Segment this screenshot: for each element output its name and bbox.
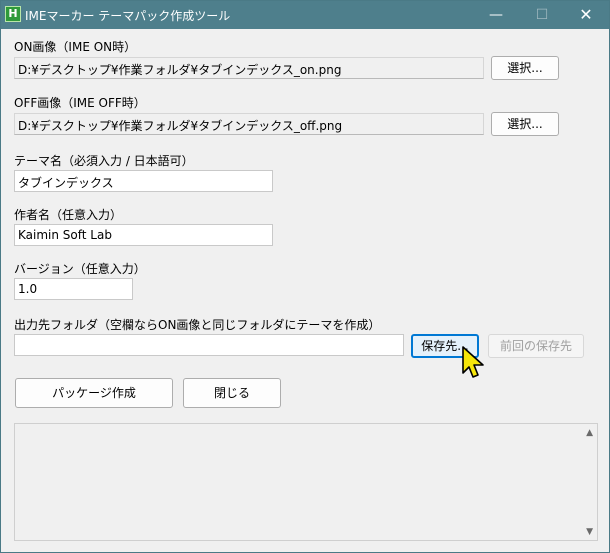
app-icon: H <box>5 6 21 22</box>
title-bar: H IMEマーカー テーマパック作成ツール — ☐ ✕ <box>1 1 609 29</box>
version-label: バージョン（任意入力） <box>14 262 146 276</box>
window-title: IMEマーカー テーマパック作成ツール <box>25 9 231 23</box>
minimize-button[interactable]: — <box>473 1 519 29</box>
off-image-select-button[interactable]: 選択... <box>491 112 559 136</box>
on-image-select-button[interactable]: 選択... <box>491 56 559 80</box>
scroll-up-icon[interactable]: ▲ <box>586 428 593 438</box>
on-image-label: ON画像（IME ON時） <box>14 40 137 54</box>
create-package-button[interactable]: パッケージ作成 <box>15 378 173 408</box>
off-image-label: OFF画像（IME OFF時） <box>14 96 146 110</box>
scroll-down-icon[interactable]: ▼ <box>586 527 593 537</box>
author-label: 作者名（任意入力） <box>14 208 123 222</box>
maximize-button[interactable]: ☐ <box>519 1 565 29</box>
mouse-cursor-icon <box>462 346 484 378</box>
log-textarea[interactable]: ▲ ▼ <box>14 423 598 541</box>
author-input[interactable]: Kaimin Soft Lab <box>14 224 273 246</box>
output-folder-input[interactable] <box>14 334 404 356</box>
close-window-button[interactable]: ✕ <box>563 1 609 29</box>
theme-name-input[interactable]: タブインデックス <box>14 170 273 192</box>
output-folder-label: 出力先フォルダ（空欄ならON画像と同じフォルダにテーマを作成） <box>14 318 381 332</box>
previous-destination-button[interactable]: 前回の保存先 <box>488 334 584 358</box>
main-window: H IMEマーカー テーマパック作成ツール — ☐ ✕ ON画像（IME ON時… <box>0 0 610 553</box>
off-image-path-field[interactable]: D:¥デスクトップ¥作業フォルダ¥タブインデックス_off.png <box>14 113 484 135</box>
theme-name-label: テーマ名（必須入力 / 日本語可） <box>14 154 194 168</box>
on-image-path-field[interactable]: D:¥デスクトップ¥作業フォルダ¥タブインデックス_on.png <box>14 57 484 79</box>
close-button[interactable]: 閉じる <box>183 378 281 408</box>
version-input[interactable]: 1.0 <box>14 278 133 300</box>
